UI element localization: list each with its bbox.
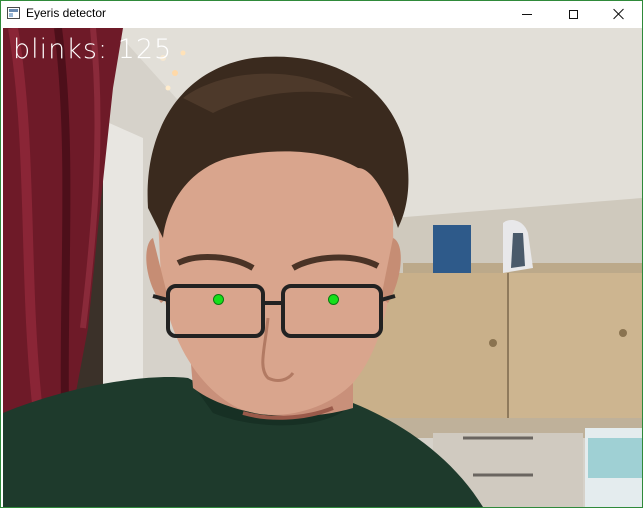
maximize-button[interactable] — [550, 1, 596, 27]
window-title: Eyeris detector — [26, 6, 107, 20]
minimize-button[interactable] — [504, 1, 550, 27]
right-pupil-marker — [329, 295, 338, 304]
app-window-icon — [7, 7, 20, 19]
left-pupil-marker — [214, 295, 223, 304]
title-bar[interactable]: Eyeris detector — [1, 1, 642, 27]
close-button[interactable] — [596, 1, 642, 27]
app-window: Eyeris detector blinks: 125 — [0, 0, 643, 508]
minimize-icon — [522, 13, 532, 15]
webcam-frame: blinks: 125 — [3, 28, 642, 507]
blink-counter-label: blinks: — [13, 34, 109, 65]
maximize-icon — [568, 9, 578, 19]
blink-counter-value: 125 — [117, 34, 173, 65]
webcam-image — [3, 28, 642, 507]
close-icon — [613, 8, 625, 20]
blink-counter: blinks: 125 — [13, 34, 172, 65]
